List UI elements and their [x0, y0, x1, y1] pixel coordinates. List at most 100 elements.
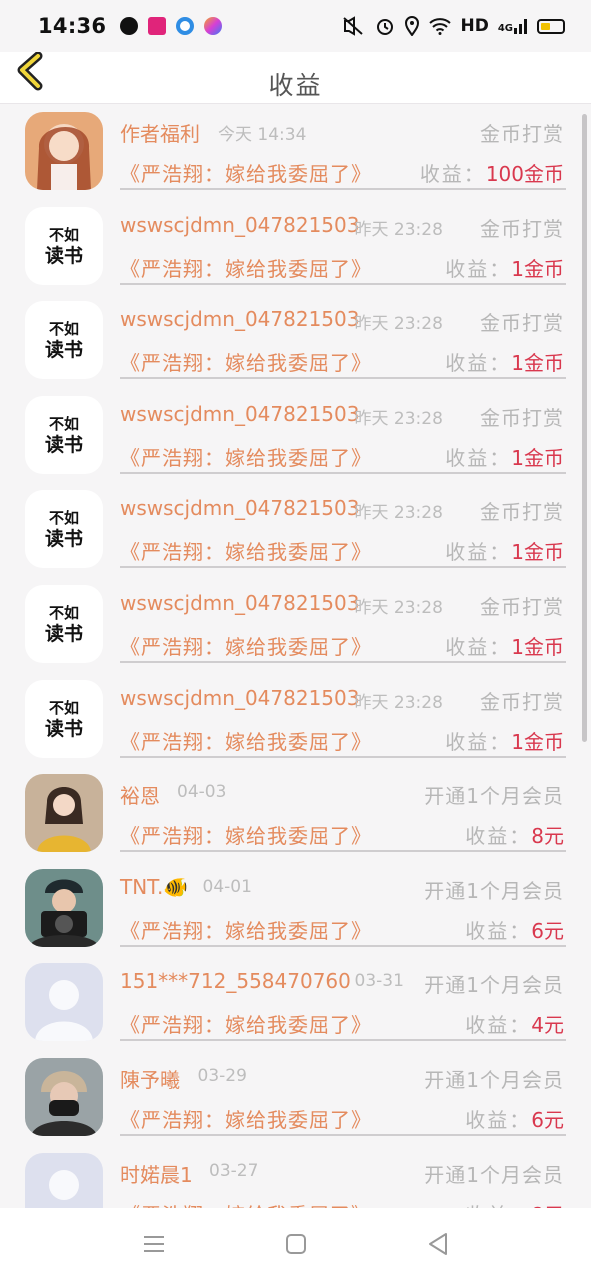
- back-nav-icon[interactable]: [423, 1229, 453, 1259]
- user-name[interactable]: wswscjdmn_047821503: [120, 213, 359, 237]
- home-icon[interactable]: [281, 1229, 311, 1259]
- book-title[interactable]: 《严浩翔：嫁给我委屈了》: [120, 1104, 372, 1133]
- user-avatar[interactable]: 不如 读书: [25, 584, 103, 663]
- scrollbar[interactable]: [582, 114, 587, 742]
- menu-icon[interactable]: [139, 1229, 169, 1259]
- income-amount: 收益：1金币: [445, 631, 564, 660]
- divider: [120, 471, 566, 474]
- user-avatar[interactable]: 不如 读书: [25, 679, 103, 758]
- timestamp: 04-01: [202, 876, 252, 897]
- transaction-type: 金币打赏: [480, 689, 564, 714]
- income-list-item[interactable]: 不如 读书 wswscjdmn_047821503 昨天 23:28 金币打赏 《严浩翔：…: [0, 293, 591, 388]
- book-title[interactable]: 《严浩翔：嫁给我委屈了》: [120, 442, 372, 471]
- transaction-type: 开通1个月会员: [424, 1162, 564, 1187]
- income-list-item[interactable]: 不如 读书 wswscjdmn_047821503 昨天 23:28 金币打赏 《严浩翔：…: [0, 199, 591, 294]
- user-name[interactable]: wswscjdmn_047821503: [120, 307, 359, 331]
- income-amount: 收益：100金币: [420, 158, 564, 187]
- user-avatar[interactable]: [25, 963, 103, 1042]
- income-list-item[interactable]: 不如 读书 wswscjdmn_047821503 昨天 23:28 金币打赏 《严浩翔：…: [0, 482, 591, 577]
- signal-indicator: 4G: [498, 18, 528, 34]
- book-title[interactable]: 《严浩翔：嫁给我委屈了》: [120, 253, 372, 282]
- divider: [120, 377, 566, 380]
- book-title[interactable]: 《严浩翔：嫁给我委屈了》: [120, 915, 372, 944]
- user-name[interactable]: 陳予曦: [120, 1064, 180, 1093]
- transaction-type: 开通1个月会员: [424, 1067, 564, 1092]
- income-list-item[interactable]: 不如 读书 wswscjdmn_047821503 昨天 23:28 金币打赏 《严浩翔：…: [0, 577, 591, 672]
- book-title[interactable]: 《严浩翔：嫁给我委屈了》: [120, 1009, 372, 1038]
- income-amount: 收益：1金币: [445, 253, 564, 282]
- book-title[interactable]: 《严浩翔：嫁给我委屈了》: [120, 1199, 372, 1208]
- user-avatar[interactable]: 不如 读书: [25, 395, 103, 474]
- book-title[interactable]: 《严浩翔：嫁给我委屈了》: [120, 536, 372, 565]
- transaction-type: 金币打赏: [480, 216, 564, 241]
- income-value: 1金币: [511, 634, 564, 659]
- user-avatar[interactable]: 不如 读书: [25, 301, 103, 380]
- user-name[interactable]: 裕恩: [120, 780, 160, 809]
- book-title[interactable]: 《严浩翔：嫁给我委屈了》: [120, 158, 372, 187]
- user-name[interactable]: 时婼晨1: [120, 1159, 193, 1188]
- book-title[interactable]: 《严浩翔：嫁给我委屈了》: [120, 631, 372, 660]
- timestamp: 昨天 23:28: [354, 408, 443, 429]
- timestamp: 03-29: [197, 1065, 247, 1086]
- income-value: 1金币: [511, 445, 564, 470]
- income-amount: 收益：6元: [465, 915, 564, 944]
- user-avatar[interactable]: 不如 读书: [25, 490, 103, 569]
- transaction-type: 开通1个月会员: [424, 878, 564, 903]
- book-title[interactable]: 《严浩翔：嫁给我委屈了》: [120, 726, 372, 755]
- svg-text:不如: 不如: [49, 699, 79, 717]
- user-name[interactable]: 151***712_558470760: [120, 969, 351, 993]
- user-name[interactable]: 作者福利: [120, 118, 200, 147]
- timestamp: 昨天 23:28: [354, 314, 443, 335]
- income-amount: 收益：6元: [465, 1104, 564, 1133]
- transaction-type: 金币打赏: [480, 122, 564, 146]
- user-name[interactable]: TNT.🐠: [120, 875, 188, 899]
- divider: [120, 944, 566, 947]
- user-name[interactable]: wswscjdmn_047821503: [120, 402, 359, 426]
- user-avatar[interactable]: [25, 112, 103, 190]
- income-label: 收益：: [465, 1107, 532, 1132]
- star-app-icon: [204, 17, 223, 35]
- income-list[interactable]: 作者福利 今天 14:34 金币打赏 《严浩翔：嫁给我委屈了》 收益：100金币 不如 读书…: [0, 104, 591, 1208]
- user-name[interactable]: wswscjdmn_047821503: [120, 686, 359, 710]
- income-amount: 收益：8元: [465, 820, 564, 849]
- user-name[interactable]: wswscjdmn_047821503: [120, 591, 359, 615]
- income-amount: 收益：1金币: [445, 442, 564, 471]
- status-time: 14:36: [38, 14, 107, 38]
- income-label: 收益：: [445, 351, 512, 376]
- income-list-item[interactable]: 裕恩 04-03 开通1个月会员 《严浩翔：嫁给我委屈了》 收益：8元: [0, 766, 591, 861]
- book-title[interactable]: 《严浩翔：嫁给我委屈了》: [120, 347, 372, 376]
- user-avatar[interactable]: [25, 868, 103, 947]
- svg-text:读书: 读书: [45, 622, 83, 645]
- page-title: 收益: [268, 71, 323, 100]
- income-list-item[interactable]: 不如 读书 wswscjdmn_047821503 昨天 23:28 金币打赏《严浩翔：…: [0, 672, 591, 767]
- income-list-item[interactable]: 不如 读书 wswscjdmn_047821503 昨天 23:28 金币打赏《严浩翔：…: [0, 388, 591, 483]
- transaction-type: 金币打赏: [480, 405, 564, 430]
- user-avatar[interactable]: [25, 1152, 103, 1208]
- timestamp: 昨天 23:28: [354, 692, 443, 713]
- income-list-item[interactable]: TNT.🐠 04-01 开通1个月会员《严浩翔：嫁给我委屈了》 收益：6元: [0, 861, 591, 956]
- svg-text:读书: 读书: [45, 244, 83, 267]
- transaction-type: 金币打赏: [480, 594, 564, 619]
- income-list-item[interactable]: 151***712_558470760 03-31 开通1个月会员 《严浩翔：嫁给我委…: [0, 955, 591, 1050]
- user-avatar[interactable]: 不如 读书: [25, 206, 103, 285]
- income-list-item[interactable]: 陳予曦 03-29 开通1个月会员《严浩翔：嫁给我委屈了》 收益：6元: [0, 1050, 591, 1145]
- svg-text:读书: 读书: [45, 433, 83, 456]
- battery-icon: [537, 18, 565, 34]
- svg-text:不如: 不如: [49, 509, 79, 527]
- user-avatar[interactable]: [25, 774, 103, 853]
- user-name[interactable]: wswscjdmn_047821503: [120, 496, 359, 520]
- income-list-item[interactable]: 作者福利 今天 14:34 金币打赏 《严浩翔：嫁给我委屈了》 收益：100金币: [0, 104, 591, 199]
- timestamp: 04-03: [177, 782, 227, 803]
- soul-app-icon: [148, 17, 167, 35]
- book-title[interactable]: 《严浩翔：嫁给我委屈了》: [120, 820, 372, 849]
- transaction-type: 金币打赏: [480, 500, 564, 525]
- timestamp: 03-27: [209, 1160, 259, 1181]
- user-avatar[interactable]: [25, 1057, 103, 1136]
- divider: [120, 1039, 566, 1042]
- wifi-icon: [429, 18, 452, 35]
- circle-app-icon: [176, 17, 195, 35]
- mute-vibrate-icon: [343, 16, 364, 36]
- income-list-item[interactable]: 时婼晨1 03-27 开通1个月会员《严浩翔：嫁给我委屈了》 收益：8元: [0, 1145, 591, 1208]
- income-label: 收益：: [445, 729, 512, 754]
- income-value: 4元: [531, 1013, 564, 1038]
